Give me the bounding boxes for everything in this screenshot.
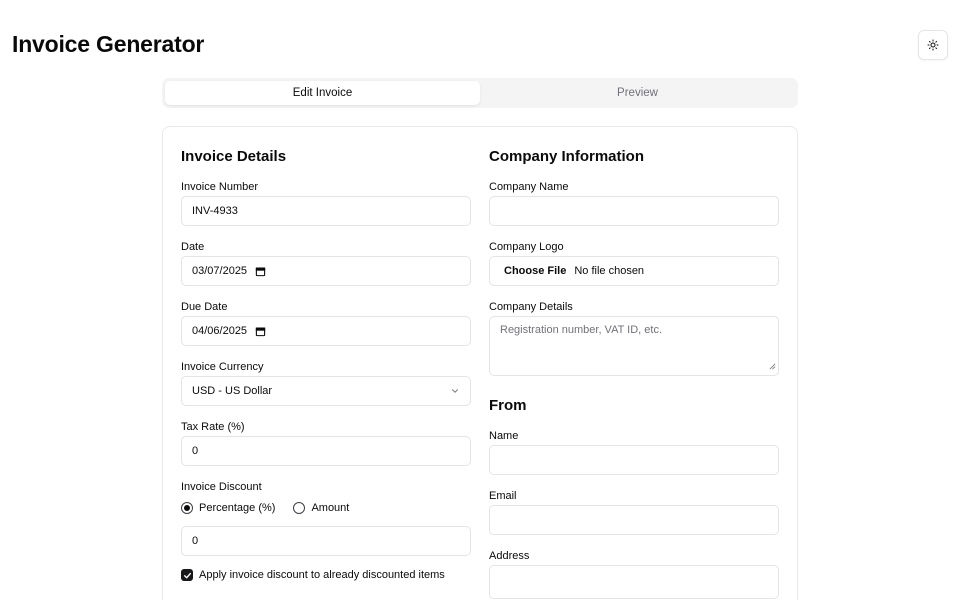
due-date-value: 04/06/2025 (192, 325, 248, 337)
section-title-invoice-details: Invoice Details (181, 148, 287, 165)
chevron-down-icon (450, 386, 460, 396)
tax-rate-value: 0 (192, 445, 199, 457)
sun-icon (927, 39, 939, 51)
currency-select[interactable]: USD - US Dollar (181, 376, 471, 406)
from-address-input[interactable] (489, 565, 779, 599)
date-value: 03/07/2025 (192, 265, 248, 277)
company-name-input[interactable] (489, 196, 779, 226)
page-title: Invoice Generator (12, 31, 205, 57)
tab-bar: Edit Invoice Preview (162, 78, 798, 108)
company-details-placeholder: Registration number, VAT ID, etc. (500, 324, 663, 336)
discount-percentage-option[interactable]: Percentage (%) (181, 502, 275, 514)
currency-label: Invoice Currency (181, 361, 264, 373)
from-email-label: Email (489, 490, 517, 502)
from-name-input[interactable] (489, 445, 779, 475)
company-name-label: Company Name (489, 181, 569, 193)
apply-discount-checkbox-row[interactable]: Apply invoice discount to already discou… (181, 569, 445, 581)
theme-toggle-button[interactable] (918, 30, 948, 60)
check-icon (183, 571, 192, 580)
from-address-label: Address (489, 550, 530, 562)
radio-percentage[interactable] (181, 502, 193, 514)
apply-discount-checkbox[interactable] (181, 569, 193, 581)
calendar-icon[interactable] (255, 266, 266, 277)
invoice-number-value: INV-4933 (192, 205, 238, 217)
tab-preview[interactable]: Preview (480, 81, 795, 105)
radio-percentage-label: Percentage (%) (199, 502, 276, 514)
invoice-number-input[interactable]: INV-4933 (181, 196, 471, 226)
choose-file-button[interactable]: Choose File (504, 265, 566, 277)
from-email-input[interactable] (489, 505, 779, 535)
tax-rate-input[interactable]: 0 (181, 436, 471, 466)
discount-value-input[interactable]: 0 (181, 526, 471, 556)
discount-type-radio-group: Percentage (%) Amount (181, 502, 367, 514)
discount-value: 0 (192, 535, 199, 547)
date-label: Date (181, 241, 205, 253)
apply-discount-label: Apply invoice discount to already discou… (199, 569, 445, 581)
date-input[interactable]: 03/07/2025 (181, 256, 471, 286)
company-details-label: Company Details (489, 301, 573, 313)
currency-value: USD - US Dollar (192, 385, 273, 397)
from-name-label: Name (489, 430, 519, 442)
company-details-textarea[interactable]: Registration number, VAT ID, etc. (489, 316, 779, 376)
invoice-number-label: Invoice Number (181, 181, 259, 193)
due-date-input[interactable]: 04/06/2025 (181, 316, 471, 346)
section-title-company-information: Company Information (489, 148, 645, 165)
file-status-text: No file chosen (574, 265, 645, 277)
invoice-discount-label: Invoice Discount (181, 481, 262, 493)
radio-amount-label: Amount (311, 502, 350, 514)
invoice-form-card: Invoice Details Invoice Number INV-4933 … (162, 126, 798, 600)
tax-rate-label: Tax Rate (%) (181, 421, 245, 433)
tab-edit-invoice[interactable]: Edit Invoice (165, 81, 480, 105)
discount-amount-option[interactable]: Amount (293, 502, 349, 514)
resize-grip-icon[interactable] (769, 361, 776, 373)
calendar-icon[interactable] (255, 326, 266, 337)
company-logo-label: Company Logo (489, 241, 564, 253)
due-date-label: Due Date (181, 301, 228, 313)
company-logo-file-input[interactable]: Choose File No file chosen (489, 256, 779, 286)
section-title-from: From (489, 397, 527, 414)
radio-amount[interactable] (293, 502, 306, 514)
